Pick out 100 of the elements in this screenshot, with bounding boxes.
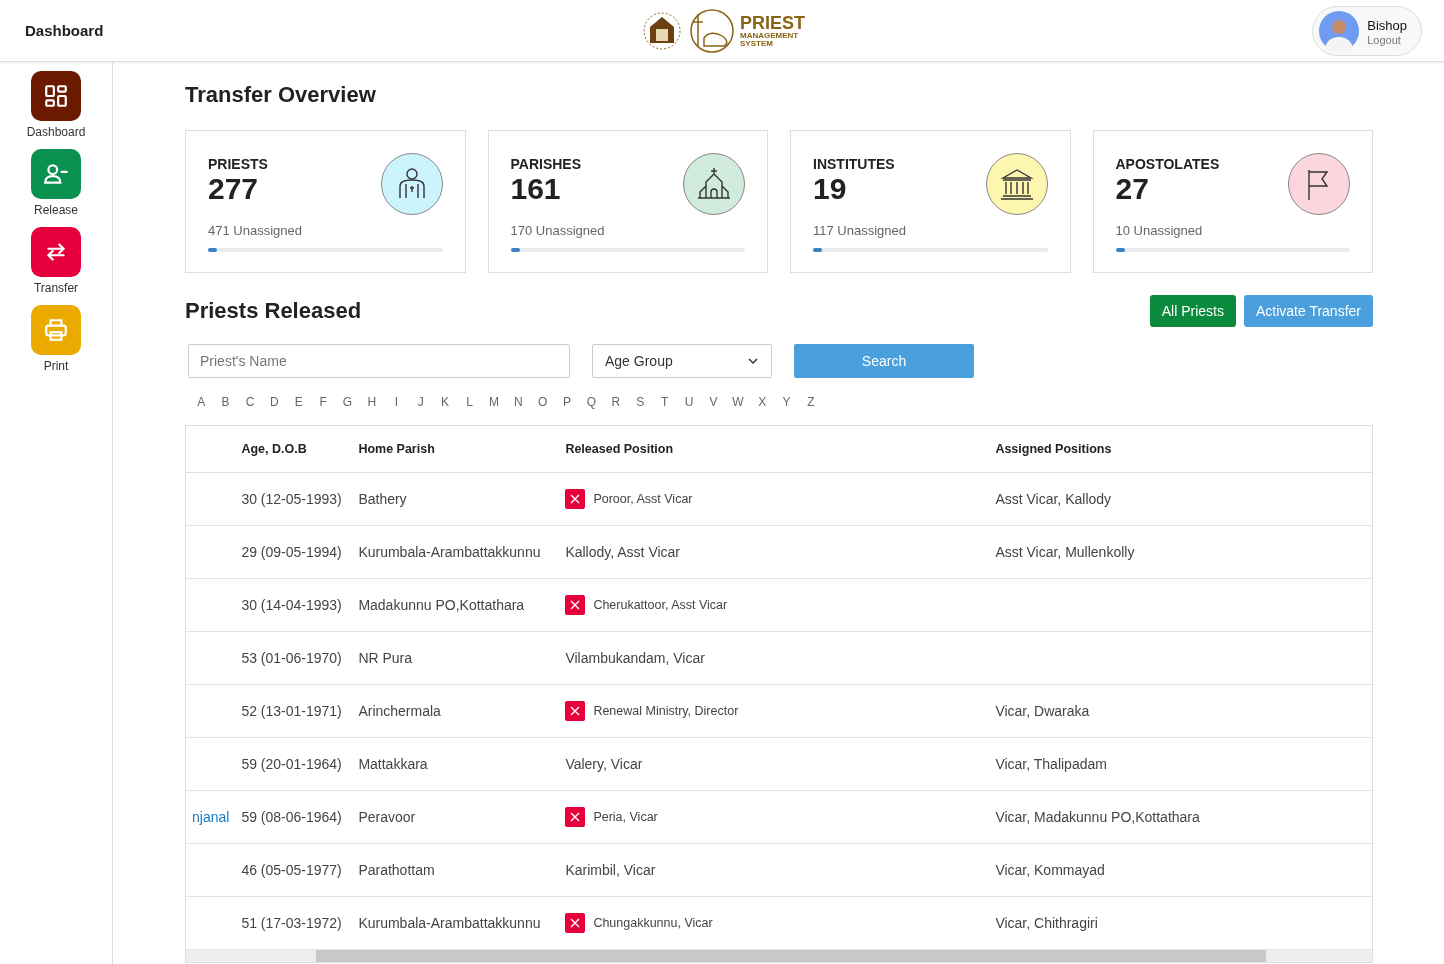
column-header: Age, D.O.B [235,426,353,473]
unassigned-count: 170 Unassigned [510,223,606,238]
unassigned-count: 471 Unassigned [208,223,303,238]
sidebar-item[interactable]: Release [31,149,81,217]
letter-filter[interactable]: W [725,395,750,409]
page-title: Dashboard [25,22,105,39]
assigned-position: Vicar, Chithragiri [995,915,1098,931]
parish-cell: Kurumbala-Arambattakkunnu [358,544,541,560]
action-button[interactable]: All Priests [1149,295,1236,327]
letter-filter[interactable]: A [189,395,214,409]
sidebar-item[interactable]: Print [31,305,81,373]
letter-filter[interactable]: G [335,395,360,409]
remove-icon[interactable] [565,489,586,509]
stat-label: PARISHES [510,156,582,172]
stat-value: 161 [510,172,562,206]
assigned-position: Asst Vicar, Kallody [995,491,1112,507]
assigned-position: Vicar, Dwaraka [995,703,1090,719]
remove-icon[interactable] [565,913,586,933]
parish-cell: Parathottam [358,862,435,878]
letter-filter[interactable]: J [408,395,433,409]
letter-filter[interactable]: R [603,395,629,409]
remove-icon[interactable] [565,701,586,721]
released-position: Vilambukandam, Vicar [565,650,705,666]
parish-cell: Mattakkara [358,756,428,772]
horizontal-scrollbar[interactable] [186,950,1372,962]
age-cell: 30 (12-05-1993) [241,491,342,507]
unassigned-count: 117 Unassigned [813,223,907,238]
age-cell: 51 (17-03-1972) [241,915,342,931]
letter-filter[interactable]: T [652,395,677,409]
letter-filter[interactable]: X [750,395,775,409]
letter-filter[interactable]: B [213,395,238,409]
avatar-icon [1319,10,1360,51]
cross-logo-icon [688,7,734,54]
column-header: Home Parish [352,426,560,473]
letter-filter[interactable]: I [384,395,409,409]
letter-filter[interactable]: F [310,395,336,409]
sidebar-item[interactable]: Dashboard [26,71,86,139]
released-position: Peria, Vicar [593,810,658,824]
letter-filter[interactable]: C [237,395,263,409]
name-field[interactable]: Priest's Name [188,344,570,378]
stat-value: 19 [813,172,848,206]
letter-filter[interactable]: L [457,395,482,409]
letter-filter[interactable]: N [506,395,531,409]
stat-label: INSTITUTES [813,156,895,172]
age-cell: 59 (08-06-1964) [241,809,342,825]
letter-filter[interactable]: Q [579,395,604,409]
emblem-icon [642,10,682,51]
remove-icon[interactable] [565,807,586,827]
column-header: Released Position [559,426,990,473]
letter-filter[interactable]: K [432,395,458,409]
stat-label: APOSTOLATES [1115,156,1220,172]
parish-cell: Madakunnu PO,Kottathara [358,597,525,613]
age-group-dropdown[interactable]: Age Group [592,344,772,378]
logout-link[interactable]: Logout [1367,33,1407,46]
logo-subtitle: SYSTEM [740,39,774,48]
released-position: Poroor, Asst Vicar [593,492,693,506]
parish-cell: Kurumbala-Arambattakkunnu [358,915,541,931]
letter-filter[interactable]: O [530,395,555,409]
logo-title: PRIEST [740,13,805,32]
unassigned-count: 10 Unassigned [1115,223,1204,238]
stat-value: 277 [208,172,260,206]
page-heading: Transfer Overview [185,82,377,108]
assigned-position: Vicar, Kommayad [995,862,1105,878]
parish-cell: Peravoor [358,809,416,825]
age-cell: 30 (14-04-1993) [241,597,342,613]
remove-icon[interactable] [565,595,586,615]
sidebar-item[interactable]: Transfer [31,227,81,295]
parish-cell: Arinchermala [358,703,441,719]
age-cell: 46 (05-05-1977) [241,862,342,878]
released-position: Kallody, Asst Vicar [565,544,681,560]
letter-filter[interactable]: D [262,395,287,409]
logo-subtitle: MANAGEMENT [740,31,800,40]
letter-filter[interactable]: P [554,395,580,409]
user-name: Bishop [1367,17,1407,33]
assigned-position: Asst Vicar, Mullenkolly [995,544,1135,560]
assigned-position: Vicar, Madakunnu PO,Kottathara [995,809,1200,825]
user-menu[interactable]: Bishop Logout [1312,5,1422,56]
column-header: Assigned Positions [989,426,1372,473]
age-cell: 52 (13-01-1971) [241,703,342,719]
letter-filter[interactable]: U [676,395,702,409]
letter-filter[interactable]: V [701,395,726,409]
letter-filter[interactable]: E [286,395,311,409]
letter-filter[interactable]: Y [774,395,799,409]
letter-filter[interactable]: Z [798,395,824,409]
released-position: Cherukattoor, Asst Vicar [593,598,728,612]
parish-cell: NR Pura [358,650,413,666]
released-position: Chungakkunnu, Vicar [593,916,713,930]
age-cell: 53 (01-06-1970) [241,650,342,666]
age-cell: 29 (09-05-1994) [241,544,342,560]
letter-filter[interactable]: S [628,395,653,409]
assigned-position: Vicar, Thalipadam [995,756,1107,772]
priest-name-link[interactable]: njanal [192,809,230,825]
age-cell: 59 (20-01-1964) [241,756,342,772]
stat-value: 27 [1115,172,1150,206]
letter-filter[interactable]: H [359,395,385,409]
stat-label: PRIESTS [208,156,268,172]
released-position: Valery, Vicar [565,756,643,772]
released-position: Renewal Ministry, Director [593,704,739,718]
letter-filter[interactable]: M [481,395,507,409]
parish-cell: Bathery [358,491,407,507]
